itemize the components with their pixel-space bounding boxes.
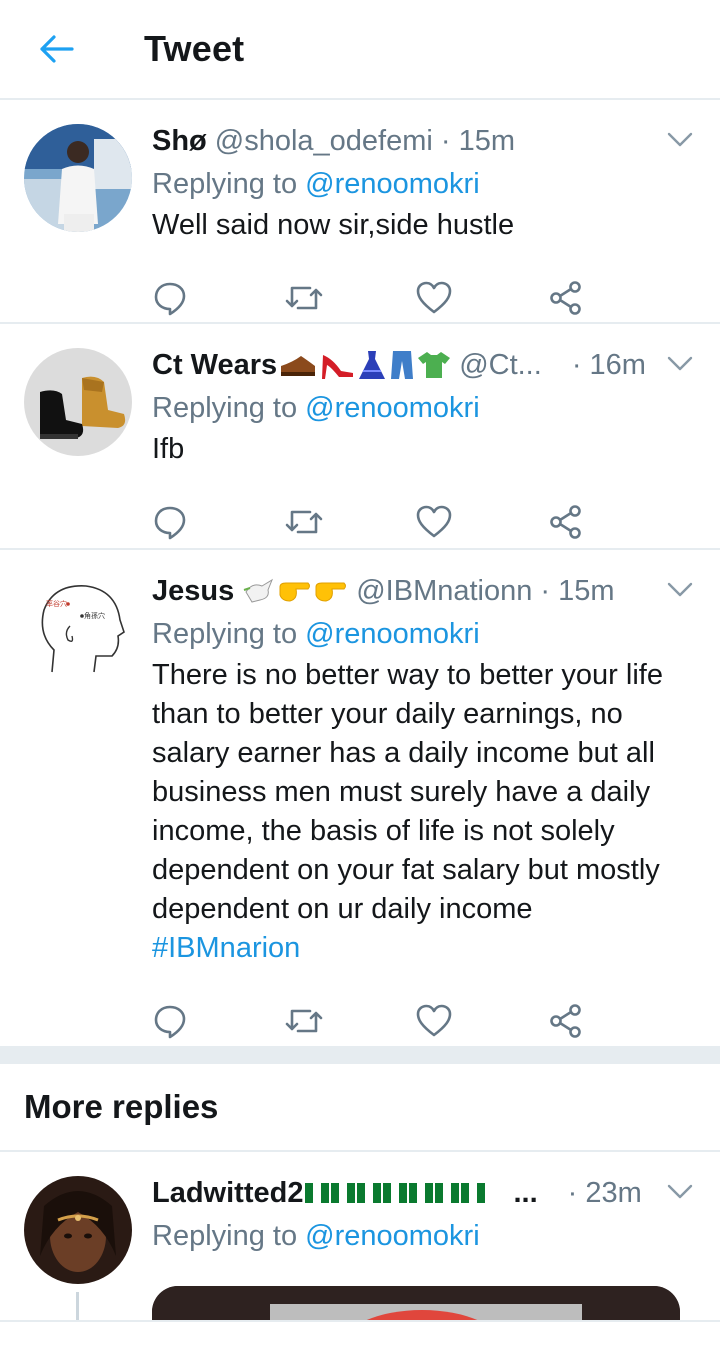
chevron-down-icon[interactable]: [666, 354, 694, 374]
tweet-actions: [152, 499, 680, 545]
tweet-reply[interactable]: Shø @shola_odefemi · 15m Replying to @re…: [0, 100, 720, 324]
tweet-text: There is no better way to better your li…: [152, 656, 680, 968]
nigeria-flag-icon: [305, 1183, 486, 1203]
retweet-button[interactable]: [284, 499, 416, 545]
replying-to: Replying to @renoomokri: [152, 388, 680, 428]
avatar[interactable]: [24, 348, 132, 456]
retweet-button[interactable]: [284, 998, 416, 1044]
replying-label: Replying to: [152, 392, 298, 424]
avatar-image: [24, 348, 132, 456]
retweet-button[interactable]: [284, 275, 416, 321]
name-emojis: [277, 349, 451, 381]
tweet-reply[interactable]: Ladwitted2 ... · 23m Replying to @renoom…: [0, 1152, 720, 1346]
retweet-icon: [285, 286, 323, 310]
tweet-actions: [152, 998, 680, 1044]
svg-text:率谷穴: 率谷穴: [46, 599, 67, 608]
back-arrow-icon: [40, 35, 74, 63]
avatar[interactable]: 率谷穴 角孫穴: [24, 574, 132, 682]
timestamp[interactable]: · 15m: [540, 575, 614, 608]
hashtag-link[interactable]: #IBMnarion: [152, 929, 680, 968]
display-name[interactable]: Ct Wears: [152, 349, 277, 382]
mention-link[interactable]: @renoomokri: [305, 618, 480, 650]
like-button[interactable]: [416, 275, 548, 321]
avatar-image: 率谷穴 角孫穴: [24, 574, 132, 682]
high-heel-emoji-icon: [322, 355, 354, 379]
chevron-down-icon[interactable]: [666, 1182, 694, 1202]
chevron-down-icon[interactable]: [666, 580, 694, 600]
more-replies-heading: More replies: [0, 1064, 720, 1152]
section-divider: [0, 1048, 720, 1064]
display-name[interactable]: Shø: [152, 125, 207, 158]
reply-icon: [154, 282, 186, 316]
page-title: Tweet: [144, 28, 245, 69]
share-icon: [550, 505, 581, 539]
bottom-bar: [0, 1320, 720, 1348]
heart-icon: [416, 281, 452, 314]
tweet-text: Ifb: [152, 433, 185, 465]
mention-link[interactable]: @renoomokri: [305, 168, 480, 200]
user-handle[interactable]: @shola_odefemi: [215, 125, 433, 158]
point-right-emoji-icon: [315, 582, 347, 602]
mention-link[interactable]: @renoomokri: [305, 392, 480, 424]
mention-link[interactable]: @renoomokri: [305, 1220, 480, 1252]
top-bar: Tweet: [0, 0, 720, 100]
share-button[interactable]: [548, 499, 680, 545]
name-emojis: [240, 576, 348, 606]
replying-to: Replying to @renoomokri: [152, 1216, 680, 1256]
tweet-actions: [152, 275, 680, 321]
like-button[interactable]: [416, 499, 548, 545]
dove-emoji-icon: [243, 578, 274, 603]
nigeria-flag-emojis: [303, 1181, 513, 1205]
share-button[interactable]: [548, 998, 680, 1044]
heart-icon: [416, 1004, 452, 1037]
replying-label: Replying to: [152, 168, 298, 200]
back-button[interactable]: [28, 21, 84, 77]
avatar-image: [24, 124, 132, 232]
replying-label: Replying to: [152, 1220, 298, 1252]
timestamp[interactable]: · 23m: [568, 1177, 642, 1210]
tweet-reply[interactable]: 率谷穴 角孫穴 Jesus @IBMnationn · 15m Replying…: [0, 550, 720, 1048]
user-handle[interactable]: @Ct...: [459, 349, 542, 382]
avatar-image: [24, 1176, 132, 1284]
point-right-emoji-icon: [279, 582, 311, 602]
replying-to: Replying to @renoomokri: [152, 614, 680, 654]
jeans-emoji-icon: [391, 351, 414, 379]
chevron-down-icon[interactable]: [666, 130, 694, 150]
avatar[interactable]: [24, 1176, 132, 1284]
avatar[interactable]: [24, 124, 132, 232]
tweet-text: Well said now sir,side hustle: [152, 209, 515, 241]
tweet-body: There is no better way to better your li…: [152, 659, 663, 925]
reply-icon: [154, 1005, 186, 1039]
reply-icon: [154, 506, 186, 540]
share-icon: [550, 281, 581, 315]
tshirt-emoji-icon: [418, 352, 451, 378]
reply-button[interactable]: [152, 499, 284, 545]
shoe-emoji-icon: [281, 356, 316, 376]
like-button[interactable]: [416, 998, 548, 1044]
retweet-icon: [285, 1009, 323, 1033]
tweet-reply[interactable]: Ct Wears @Ct... · 16m Replying to @renoo…: [0, 324, 720, 550]
display-name[interactable]: Ladwitted2: [152, 1177, 303, 1210]
replying-to: Replying to @renoomokri: [152, 164, 680, 204]
reply-button[interactable]: [152, 998, 284, 1044]
timestamp[interactable]: · 16m: [572, 349, 646, 382]
dress-emoji-icon: [359, 351, 386, 379]
replying-label: Replying to: [152, 618, 298, 650]
heart-icon: [416, 505, 452, 538]
name-ellipsis: ...: [513, 1176, 538, 1209]
reply-button[interactable]: [152, 275, 284, 321]
retweet-icon: [285, 510, 323, 534]
timestamp[interactable]: · 15m: [441, 125, 515, 158]
user-handle[interactable]: @IBMnationn: [356, 575, 532, 608]
share-button[interactable]: [548, 275, 680, 321]
share-icon: [550, 1004, 581, 1038]
display-name[interactable]: Jesus: [152, 575, 234, 608]
svg-text:角孫穴: 角孫穴: [84, 611, 105, 620]
